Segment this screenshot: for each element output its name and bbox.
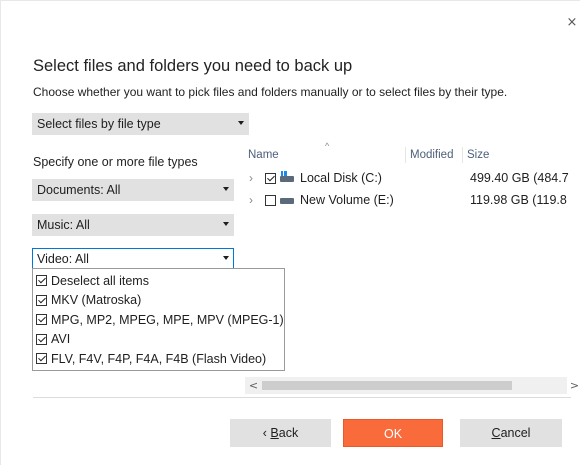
video-option-mpeg[interactable]: MPG, MP2, MPEG, MPE, MPV (MPEG-1) bbox=[33, 310, 284, 330]
backup-dialog: × Select files and folders you need to b… bbox=[0, 0, 580, 465]
mode-select-value: Select files by file type bbox=[37, 117, 161, 131]
sort-caret-icon: ^ bbox=[325, 141, 330, 151]
windows-drive-icon bbox=[280, 171, 294, 182]
chevron-down-icon bbox=[223, 222, 229, 226]
music-select[interactable]: Music: All bbox=[32, 214, 234, 236]
dialog-subtitle: Choose whether you want to pick files an… bbox=[33, 85, 508, 99]
cancel-button[interactable]: Cancel bbox=[460, 419, 562, 447]
documents-select-value: Documents: All bbox=[37, 183, 121, 197]
scrollbar-thumb[interactable] bbox=[262, 381, 512, 390]
column-modified[interactable]: Modified bbox=[410, 149, 453, 161]
option-label: Deselect all items bbox=[51, 273, 149, 288]
option-label: AVI bbox=[51, 332, 71, 347]
dialog-title: Select files and folders you need to bac… bbox=[33, 57, 353, 75]
mode-select[interactable]: Select files by file type bbox=[32, 113, 249, 135]
chevron-down-icon bbox=[223, 187, 229, 191]
cancel-mnemonic: C bbox=[491, 426, 501, 440]
row-name: Local Disk (C:) bbox=[300, 171, 382, 185]
chevron-down-icon bbox=[223, 256, 229, 260]
video-option-avi[interactable]: AVI bbox=[33, 330, 284, 350]
checkbox-icon[interactable] bbox=[265, 195, 276, 206]
documents-select[interactable]: Documents: All bbox=[32, 179, 234, 201]
tree-row-local-disk[interactable]: › Local Disk (C:) 499.40 GB (484.7 bbox=[245, 169, 581, 189]
video-select-value: Video: All bbox=[37, 252, 89, 266]
checkbox-icon[interactable] bbox=[36, 275, 47, 287]
music-select-value: Music: All bbox=[37, 218, 90, 232]
video-option-deselect-all[interactable]: Deselect all items bbox=[33, 271, 284, 291]
video-option-flv[interactable]: FLV, F4V, F4P, F4A, F4B (Flash Video) bbox=[33, 349, 284, 369]
video-option-mkv[interactable]: MKV (Matroska) bbox=[33, 291, 284, 311]
row-size: 499.40 GB (484.7 bbox=[470, 171, 569, 185]
checkbox-icon[interactable] bbox=[36, 314, 47, 326]
video-select[interactable]: Video: All bbox=[32, 248, 234, 270]
scroll-left-icon[interactable]: < bbox=[245, 377, 262, 394]
column-size[interactable]: Size bbox=[467, 149, 489, 161]
chevron-right-icon[interactable]: › bbox=[249, 171, 253, 185]
scroll-right-icon[interactable]: > bbox=[566, 377, 581, 394]
chevron-down-icon bbox=[238, 121, 244, 125]
option-label: MKV (Matroska) bbox=[51, 293, 142, 308]
file-types-label: Specify one or more file types bbox=[33, 155, 198, 169]
back-label: ack bbox=[278, 426, 299, 440]
close-icon[interactable]: × bbox=[564, 15, 580, 31]
horizontal-scrollbar[interactable]: < > bbox=[245, 377, 579, 394]
row-name: New Volume (E:) bbox=[300, 193, 394, 207]
option-label: FLV, F4V, F4P, F4A, F4B (Flash Video) bbox=[51, 351, 267, 366]
back-button[interactable]: ‹ Back bbox=[230, 419, 331, 447]
row-size: 119.98 GB (119.8 bbox=[470, 193, 567, 207]
column-separator[interactable] bbox=[405, 147, 406, 163]
chevron-right-icon[interactable]: › bbox=[249, 193, 253, 207]
checkbox-icon[interactable] bbox=[36, 294, 47, 306]
divider bbox=[33, 397, 571, 398]
column-separator[interactable] bbox=[462, 147, 463, 163]
video-options-list: Deselect all items MKV (Matroska) MPG, M… bbox=[32, 268, 285, 371]
tree-header: ^ Name Modified Size bbox=[245, 141, 581, 167]
option-label: MPG, MP2, MPEG, MPE, MPV (MPEG-1) bbox=[51, 312, 284, 327]
checkbox-icon[interactable] bbox=[265, 173, 276, 184]
checkbox-icon[interactable] bbox=[36, 333, 47, 345]
checkbox-icon[interactable] bbox=[36, 353, 47, 365]
column-name[interactable]: Name bbox=[248, 149, 279, 161]
back-mnemonic: ‹ B bbox=[262, 426, 279, 440]
cancel-label: ancel bbox=[500, 426, 531, 440]
ok-button[interactable]: OK bbox=[343, 419, 443, 447]
drive-icon bbox=[280, 198, 294, 204]
tree-row-new-volume[interactable]: › New Volume (E:) 119.98 GB (119.8 bbox=[245, 191, 581, 211]
